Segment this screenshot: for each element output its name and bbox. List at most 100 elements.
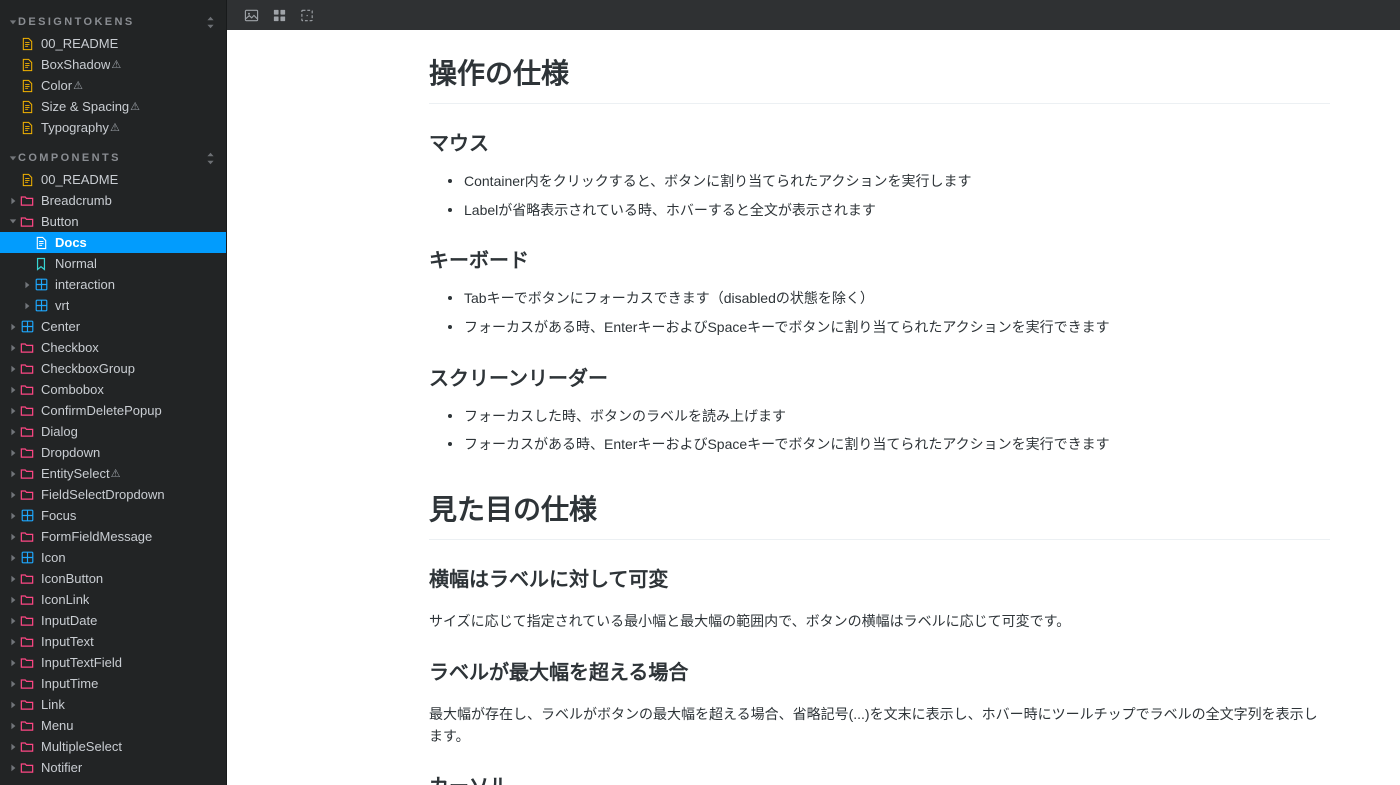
caret-right-icon[interactable]	[7, 680, 19, 688]
sidebar-item-dropdown[interactable]: Dropdown	[0, 442, 227, 463]
sidebar-item-inputdate[interactable]: InputDate	[0, 610, 227, 631]
caret-right-icon[interactable]	[7, 449, 19, 457]
docs-heading-2: カーソル	[429, 774, 1330, 785]
expand-all-icon[interactable]	[203, 152, 217, 165]
component-icon	[19, 319, 35, 335]
sidebar-item-00-readme[interactable]: 00_README	[0, 33, 227, 54]
sidebar-item-button[interactable]: Button	[0, 211, 227, 232]
caret-right-icon[interactable]	[7, 344, 19, 352]
caret-down-icon[interactable]	[7, 19, 18, 26]
docs-bullet-list: Tabキーでボタンにフォーカスできます（disabledの状態を除く） フォーカス…	[429, 288, 1330, 338]
sidebar-item-docs[interactable]: Docs	[0, 232, 227, 253]
caret-right-icon[interactable]	[7, 491, 19, 499]
caret-right-icon[interactable]	[7, 575, 19, 583]
caret-right-icon[interactable]	[7, 659, 19, 667]
docs-preview[interactable]: 操作の仕様 マウス Container内をクリックすると、ボタンに割り当てられたアク…	[227, 30, 1400, 785]
document-icon	[19, 36, 35, 52]
caret-right-icon[interactable]	[7, 554, 19, 562]
sidebar-item-iconbutton[interactable]: IconButton	[0, 568, 227, 589]
sidebar-item-inputtext[interactable]: InputText	[0, 631, 227, 652]
sidebar-item-label: Checkbox	[41, 340, 99, 355]
sidebar-item-checkbox[interactable]: Checkbox	[0, 337, 227, 358]
main-panel: 操作の仕様 マウス Container内をクリックすると、ボタンに割り当てられたアク…	[227, 0, 1400, 785]
sidebar-item-label: MultipleSelect	[41, 739, 122, 754]
expand-all-icon[interactable]	[203, 16, 217, 29]
sidebar-item-label: Dialog	[41, 424, 78, 439]
sidebar-item-normal[interactable]: Normal	[0, 253, 227, 274]
caret-right-icon[interactable]	[7, 722, 19, 730]
caret-right-icon[interactable]	[7, 512, 19, 520]
sidebar-item-vrt[interactable]: vrt	[0, 295, 227, 316]
sidebar-item-label: Menu	[41, 718, 74, 733]
sidebar-item-entityselect[interactable]: EntitySelect ⚠	[0, 463, 227, 484]
sidebar-item-formfieldmessage[interactable]: FormFieldMessage	[0, 526, 227, 547]
sidebar-item-dialog[interactable]: Dialog	[0, 421, 227, 442]
sidebar-item-interaction[interactable]: interaction	[0, 274, 227, 295]
docs-list-item: Tabキーでボタンにフォーカスできます（disabledの状態を除く）	[447, 288, 1330, 310]
caret-right-icon[interactable]	[7, 617, 19, 625]
storybook-app: DESIGNTOKENS 00_README BoxShadow ⚠ Color ⚠ Siz…	[0, 0, 1400, 785]
sidebar-item-multipleselect[interactable]: MultipleSelect	[0, 736, 227, 757]
sidebar-section-header[interactable]: COMPONENTS	[0, 147, 227, 169]
caret-right-icon[interactable]	[7, 386, 19, 394]
caret-right-icon[interactable]	[7, 197, 19, 205]
docs-list-item: Container内をクリックすると、ボタンに割り当てられたアクションを実行しま…	[447, 171, 1330, 193]
caret-down-icon[interactable]	[7, 218, 19, 225]
measure-button[interactable]	[293, 3, 321, 27]
sidebar-item-notifier[interactable]: Notifier	[0, 757, 227, 778]
sidebar-item-size-spacing[interactable]: Size & Spacing ⚠	[0, 96, 227, 117]
sidebar-item-label: Button	[41, 214, 79, 229]
sidebar-item-label: EntitySelect	[41, 466, 110, 481]
sidebar-item-label: Icon	[41, 550, 66, 565]
sidebar-item-confirmdeletepopup[interactable]: ConfirmDeletePopup	[0, 400, 227, 421]
caret-right-icon[interactable]	[7, 764, 19, 772]
caret-right-icon[interactable]	[7, 533, 19, 541]
caret-right-icon[interactable]	[7, 365, 19, 373]
folder-icon	[19, 760, 35, 776]
caret-right-icon[interactable]	[7, 701, 19, 709]
docs-bullet-list: Container内をクリックすると、ボタンに割り当てられたアクションを実行しま…	[429, 171, 1330, 221]
sidebar-item-focus[interactable]: Focus	[0, 505, 227, 526]
caret-right-icon[interactable]	[7, 428, 19, 436]
docs-heading-2: 横幅はラベルに対して可変	[429, 569, 669, 592]
caret-down-icon[interactable]	[7, 155, 18, 162]
caret-right-icon[interactable]	[7, 638, 19, 646]
sidebar-item-iconlink[interactable]: IconLink	[0, 589, 227, 610]
sidebar-item-icon[interactable]: Icon	[0, 547, 227, 568]
sidebar-item-link[interactable]: Link	[0, 694, 227, 715]
sidebar-item-combobox[interactable]: Combobox	[0, 379, 227, 400]
sidebar-item-label: Focus	[41, 508, 77, 523]
backgrounds-button[interactable]	[237, 3, 265, 27]
sidebar-item-label: IconButton	[41, 571, 104, 586]
sidebar-item-fieldselectdropdown[interactable]: FieldSelectDropdown	[0, 484, 227, 505]
warning-icon: ⚠	[111, 59, 122, 71]
sidebar-item-label: BoxShadow	[41, 57, 111, 72]
sidebar: DESIGNTOKENS 00_README BoxShadow ⚠ Color ⚠ Siz…	[0, 0, 227, 785]
sidebar-item-inputtextfield[interactable]: InputTextField	[0, 652, 227, 673]
caret-right-icon[interactable]	[21, 281, 33, 289]
sidebar-section-header[interactable]: DESIGNTOKENS	[0, 11, 227, 33]
sidebar-item-00-readme[interactable]: 00_README	[0, 169, 227, 190]
sidebar-item-typography[interactable]: Typography ⚠	[0, 117, 227, 138]
bookmark-icon	[33, 256, 49, 272]
sidebar-item-menu[interactable]: Menu	[0, 715, 227, 736]
docs-bullet-list: フォーカスした時、ボタンのラベルを読み上げます フォーカスがある時、Enterキー…	[429, 406, 1330, 456]
sidebar-item-boxshadow[interactable]: BoxShadow ⚠	[0, 54, 227, 75]
folder-icon	[19, 193, 35, 209]
sidebar-item-label: InputText	[41, 634, 94, 649]
folder-icon	[19, 487, 35, 503]
caret-right-icon[interactable]	[7, 323, 19, 331]
sidebar-item-color[interactable]: Color ⚠	[0, 75, 227, 96]
sidebar-item-label: Color	[41, 78, 73, 93]
sidebar-item-center[interactable]: Center	[0, 316, 227, 337]
sidebar-item-inputtime[interactable]: InputTime	[0, 673, 227, 694]
caret-right-icon[interactable]	[7, 596, 19, 604]
caret-right-icon[interactable]	[7, 407, 19, 415]
caret-right-icon[interactable]	[7, 743, 19, 751]
sidebar-item-breadcrumb[interactable]: Breadcrumb	[0, 190, 227, 211]
caret-right-icon[interactable]	[7, 470, 19, 478]
sidebar-scroll-area[interactable]: DESIGNTOKENS 00_README BoxShadow ⚠ Color ⚠ Siz…	[0, 0, 227, 785]
caret-right-icon[interactable]	[21, 302, 33, 310]
grid-button[interactable]	[265, 3, 293, 27]
sidebar-item-checkboxgroup[interactable]: CheckboxGroup	[0, 358, 227, 379]
